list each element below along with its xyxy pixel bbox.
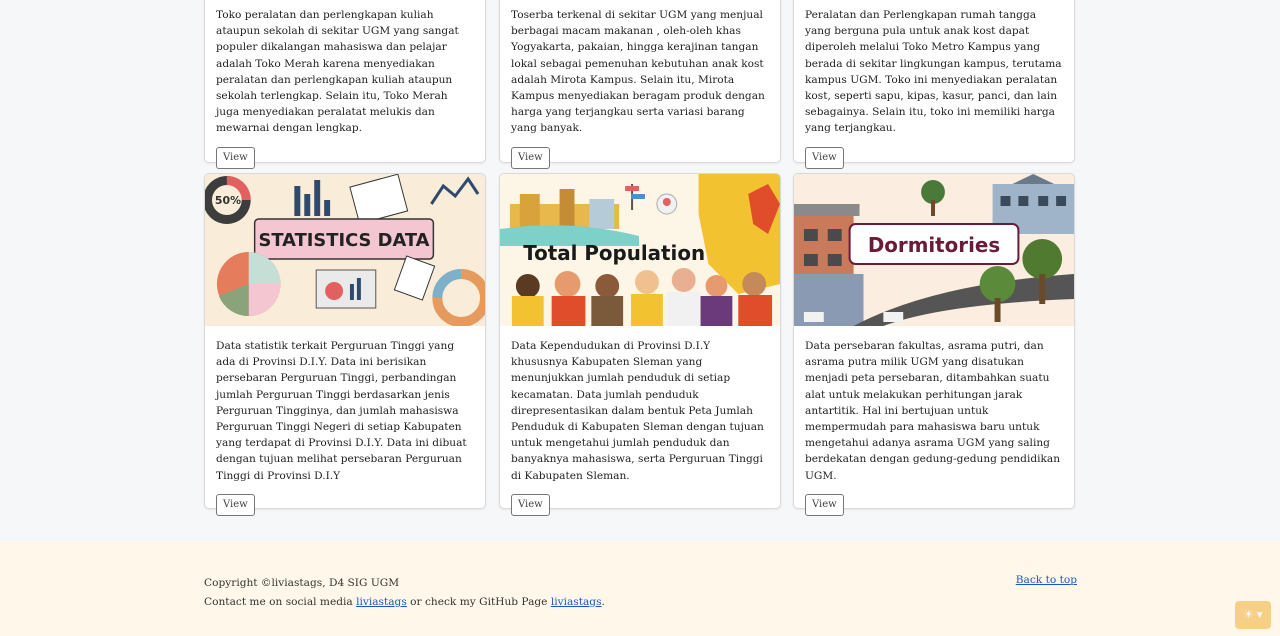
contact-prefix: Contact me on social media <box>204 596 357 608</box>
view-button[interactable]: View <box>805 493 844 517</box>
view-button[interactable]: View <box>216 493 255 517</box>
card-dormitories: Dormitories Data persebaran fakultas, as… <box>793 173 1075 517</box>
social-media-link[interactable]: liviastags <box>356 596 407 608</box>
card-description: Peralatan dan Perlengkapan rumah tangga … <box>805 9 1062 135</box>
contact-suffix: . <box>601 596 605 608</box>
view-button[interactable]: View <box>216 146 255 169</box>
card-description: Data statistik terkait Perguruan Tinggi … <box>216 340 467 482</box>
copyright-text: Copyright ©liviastags, D4 SIG UGM <box>204 577 400 589</box>
badge-text: 50% <box>215 194 241 207</box>
card-description: Toserba terkenal di sekitar UGM yang men… <box>511 9 765 135</box>
view-button[interactable]: View <box>805 146 844 169</box>
card-metro-kampus: Peralatan dan Perlengkapan rumah tangga … <box>793 0 1075 169</box>
view-button[interactable]: View <box>511 146 550 169</box>
card-statistics-data: 50% STATISTICS DATA Data statistik terka… <box>204 173 486 517</box>
theme-toggle-button[interactable]: ☀ ▾ <box>1235 601 1271 629</box>
banner-title: Dormitories <box>868 234 1000 257</box>
contact-mid: or check my GitHub Page <box>406 596 551 608</box>
back-to-top-link[interactable]: Back to top <box>1016 574 1077 586</box>
page-footer: Copyright ©liviastags, D4 SIG UGM Contac… <box>0 541 1280 636</box>
card-total-population: Total Population Data Kependudukan di Pr… <box>499 173 781 517</box>
footer-info: Copyright ©liviastags, D4 SIG UGM Contac… <box>204 574 605 612</box>
dormitories-thumbnail: Dormitories <box>794 174 1074 326</box>
statistics-thumbnail: 50% STATISTICS DATA <box>205 174 485 326</box>
card-description: Toko peralatan dan perlengkapan kuliah a… <box>216 9 459 135</box>
card-mirota-kampus: Toserba terkenal di sekitar UGM yang men… <box>499 0 781 169</box>
banner-title: Total Population <box>523 242 705 265</box>
banner-title: STATISTICS DATA <box>259 230 430 251</box>
card-toko-merah: Toko peralatan dan perlengkapan kuliah a… <box>204 0 486 169</box>
view-button[interactable]: View <box>511 493 550 517</box>
contact-line: Contact me on social media liviastags or… <box>204 593 605 612</box>
github-page-link[interactable]: liviastags <box>551 596 602 608</box>
card-description: Data Kependudukan di Provinsi D.I.Y khus… <box>511 340 764 482</box>
card-description: Data persebaran fakultas, asrama putri, … <box>805 340 1061 482</box>
population-thumbnail: Total Population <box>500 174 780 326</box>
